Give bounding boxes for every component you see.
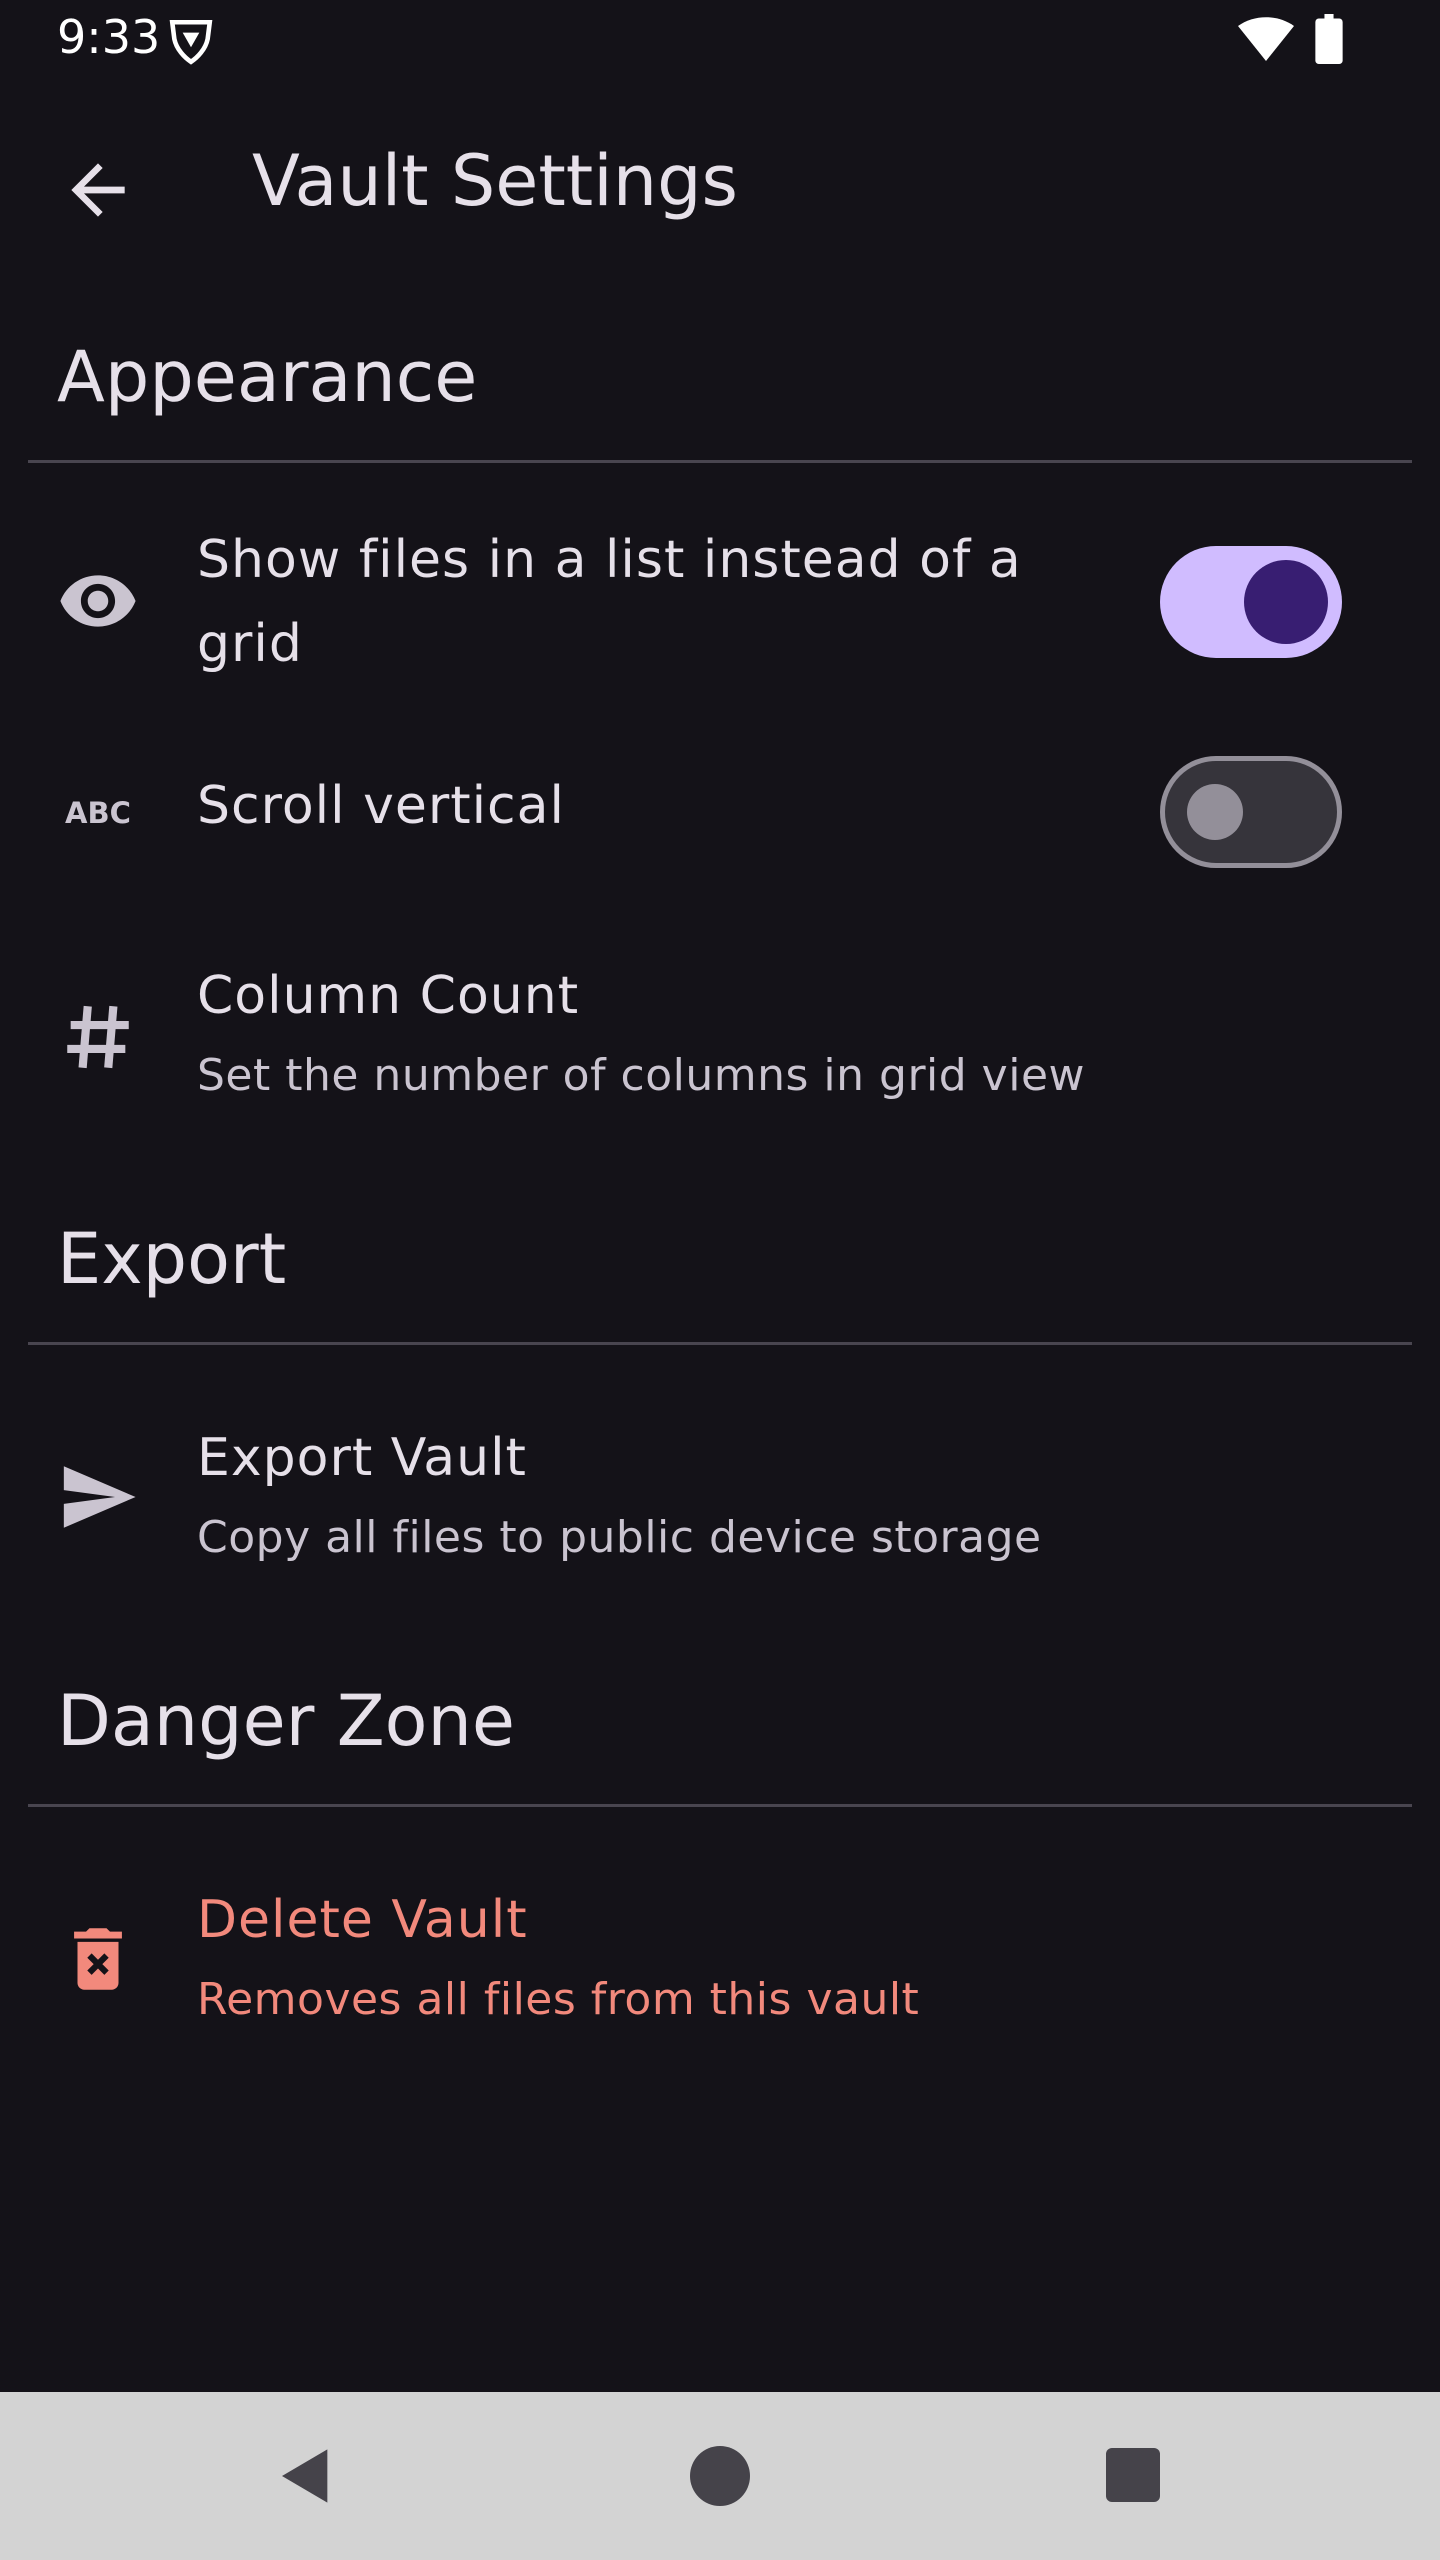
- send-icon: [63, 1466, 136, 1528]
- wifi-icon: [1238, 17, 1294, 61]
- arrow-back-icon[interactable]: [58, 150, 138, 230]
- setting-title: Export Vault: [197, 1428, 527, 1488]
- vault-settings-screen: 9:33 Vault Settings Appearance Show file…: [0, 0, 1440, 2560]
- toggle-thumb: [1187, 784, 1243, 840]
- section-header-export: Export: [57, 1218, 287, 1300]
- setting-title: Column Count: [197, 966, 580, 1026]
- setting-subtitle: Removes all files from this vault: [197, 1974, 920, 2025]
- list-view-toggle[interactable]: [1160, 546, 1342, 658]
- eye-icon: [60, 575, 136, 627]
- setting-subtitle: Set the number of columns in grid view: [197, 1050, 1085, 1101]
- setting-title: Show files in a list instead of a grid: [197, 530, 1022, 674]
- system-navigation-bar: [0, 2392, 1440, 2560]
- shield-icon: [169, 19, 213, 65]
- battery-icon: [1315, 14, 1343, 64]
- top-app-bar: Vault Settings: [0, 100, 1440, 260]
- setting-subtitle: Copy all files to public device storage: [197, 1512, 1042, 1563]
- abc-icon: ABC: [65, 796, 131, 830]
- hash-icon: [67, 1005, 129, 1069]
- page-title: Vault Settings: [252, 140, 738, 222]
- scroll-vertical-toggle[interactable]: [1160, 756, 1342, 868]
- recents-square-icon[interactable]: [1106, 2448, 1160, 2502]
- home-circle-icon[interactable]: [690, 2446, 750, 2506]
- divider: [28, 1804, 1412, 1807]
- section-header-danger-zone: Danger Zone: [57, 1680, 515, 1762]
- delete-forever-icon: [74, 1928, 122, 1990]
- section-header-appearance: Appearance: [57, 336, 478, 418]
- setting-title: Delete Vault: [197, 1890, 528, 1950]
- back-triangle-icon[interactable]: [274, 2444, 338, 2508]
- status-time: 9:33: [57, 10, 161, 64]
- divider: [28, 1342, 1412, 1345]
- svg-text:ABC: ABC: [65, 796, 131, 830]
- status-bar: 9:33: [0, 0, 1440, 82]
- divider: [28, 460, 1412, 463]
- toggle-thumb: [1244, 560, 1328, 644]
- setting-title: Scroll vertical: [197, 776, 565, 836]
